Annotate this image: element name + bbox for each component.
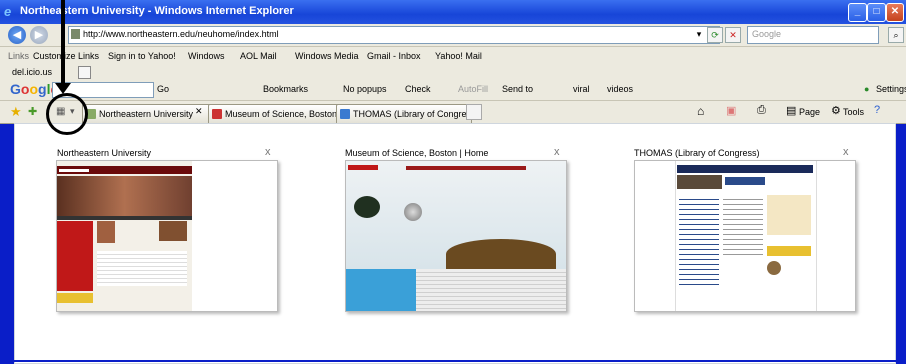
address-bar: ◀ ▶ http://www.northeastern.edu/neuhome/… bbox=[0, 24, 906, 47]
tab-bar: ★ ✚ ▦ ▾ Northeastern University ✕ Museum… bbox=[0, 101, 906, 124]
search-icon[interactable]: ⌕ bbox=[888, 27, 904, 43]
feeds-icon[interactable]: ▣ bbox=[726, 104, 736, 117]
search-input[interactable]: Google bbox=[747, 26, 879, 44]
link-windows[interactable]: Windows bbox=[188, 51, 225, 61]
annotation-arrow bbox=[61, 0, 65, 88]
new-tab-button[interactable] bbox=[466, 104, 482, 120]
google-go-button[interactable]: Go bbox=[157, 84, 169, 94]
quick-tab-close-icon[interactable]: x bbox=[265, 146, 271, 158]
quick-tab-thumbnail-northeastern[interactable] bbox=[56, 160, 278, 312]
tab-label: Northeastern University bbox=[99, 109, 194, 119]
quick-tab-close-icon[interactable]: x bbox=[554, 146, 560, 158]
link-yahoo-mail[interactable]: Yahoo! Mail bbox=[435, 51, 482, 61]
quick-tab-title: THOMAS (Library of Congress) bbox=[634, 148, 760, 158]
tools-menu-button[interactable]: Tools bbox=[843, 107, 864, 117]
link-aol-mail[interactable]: AOL Mail bbox=[240, 51, 277, 61]
link-delicious[interactable]: del.icio.us bbox=[12, 67, 52, 77]
search-placeholder: Google bbox=[752, 29, 782, 39]
print-icon[interactable]: ⎙ bbox=[757, 104, 766, 117]
bookmark-icon[interactable] bbox=[78, 66, 91, 79]
ie-logo-icon: e bbox=[4, 4, 12, 19]
minimize-button[interactable]: _ bbox=[848, 3, 867, 22]
annotation-circle bbox=[46, 93, 88, 135]
quick-tab-title: Museum of Science, Boston | Home bbox=[345, 148, 489, 158]
add-favorites-icon[interactable]: ✚ bbox=[28, 105, 37, 118]
tools-gear-icon: ⚙ bbox=[831, 105, 841, 117]
tab-close-icon[interactable]: ✕ bbox=[195, 106, 203, 117]
url-text: http://www.northeastern.edu/neuhome/inde… bbox=[83, 29, 279, 39]
page-menu-button[interactable]: Page bbox=[799, 107, 820, 117]
bookmarks-button[interactable]: Bookmarks bbox=[263, 84, 308, 94]
quick-tab-thumbnail-thomas[interactable] bbox=[634, 160, 856, 312]
quick-tab-title: Northeastern University bbox=[57, 148, 152, 158]
send-to-button[interactable]: Send to bbox=[502, 84, 533, 94]
url-field[interactable]: http://www.northeastern.edu/neuhome/inde… bbox=[68, 26, 720, 44]
links-label: Links bbox=[8, 51, 30, 61]
tab-museum[interactable]: Museum of Science, Boston |... bbox=[208, 104, 344, 123]
popups-button[interactable]: No popups bbox=[343, 84, 387, 94]
links-bar: Links Customize Links Sign in to Yahoo! … bbox=[0, 47, 906, 65]
videos-button[interactable]: videos bbox=[607, 84, 633, 94]
quick-tab-close-icon[interactable]: x bbox=[843, 146, 849, 158]
tab-label: Museum of Science, Boston |... bbox=[225, 109, 344, 119]
help-icon[interactable]: ? bbox=[874, 104, 880, 116]
quick-tab-thumbnail-museum[interactable] bbox=[345, 160, 567, 312]
close-button[interactable]: ✕ bbox=[886, 3, 904, 22]
spell-check-button[interactable]: Check bbox=[405, 84, 431, 94]
settings-button[interactable]: Settings bbox=[876, 84, 906, 94]
favorites-star-icon[interactable]: ★ bbox=[10, 104, 22, 120]
back-button[interactable]: ◀ bbox=[8, 26, 26, 44]
browser-window: e Northeastern University - Windows Inte… bbox=[0, 0, 906, 364]
refresh-icon[interactable]: ⟳ bbox=[707, 27, 723, 43]
settings-icon[interactable]: ● bbox=[864, 84, 869, 94]
page-menu-icon: ▤ bbox=[786, 105, 797, 117]
autofill-button[interactable]: AutoFill bbox=[458, 84, 488, 94]
viral-button[interactable]: viral bbox=[573, 84, 590, 94]
tab-favicon-icon bbox=[340, 109, 350, 119]
link-yahoo-signin[interactable]: Sign in to Yahoo! bbox=[108, 51, 176, 61]
home-icon[interactable]: ⌂ bbox=[697, 104, 704, 118]
google-toolbar: Google Go Bookmarks No popups Check Auto… bbox=[0, 79, 906, 101]
url-dropdown-icon[interactable]: ▾ bbox=[692, 27, 706, 41]
links-bar-row2: del.icio.us bbox=[0, 65, 906, 79]
page-icon bbox=[71, 29, 80, 39]
tab-favicon-icon bbox=[212, 109, 222, 119]
forward-button[interactable]: ▶ bbox=[30, 26, 48, 44]
link-gmail[interactable]: Gmail - Inbox bbox=[367, 51, 421, 61]
maximize-button[interactable]: □ bbox=[867, 3, 886, 22]
stop-icon[interactable]: ✕ bbox=[725, 27, 741, 43]
tab-thomas[interactable]: THOMAS (Library of Congress) bbox=[336, 104, 472, 123]
link-windows-media[interactable]: Windows Media bbox=[295, 51, 359, 61]
title-bar: e Northeastern University - Windows Inte… bbox=[0, 0, 906, 24]
link-customize[interactable]: Customize Links bbox=[33, 51, 99, 61]
tab-label: THOMAS (Library of Congress) bbox=[353, 109, 472, 119]
